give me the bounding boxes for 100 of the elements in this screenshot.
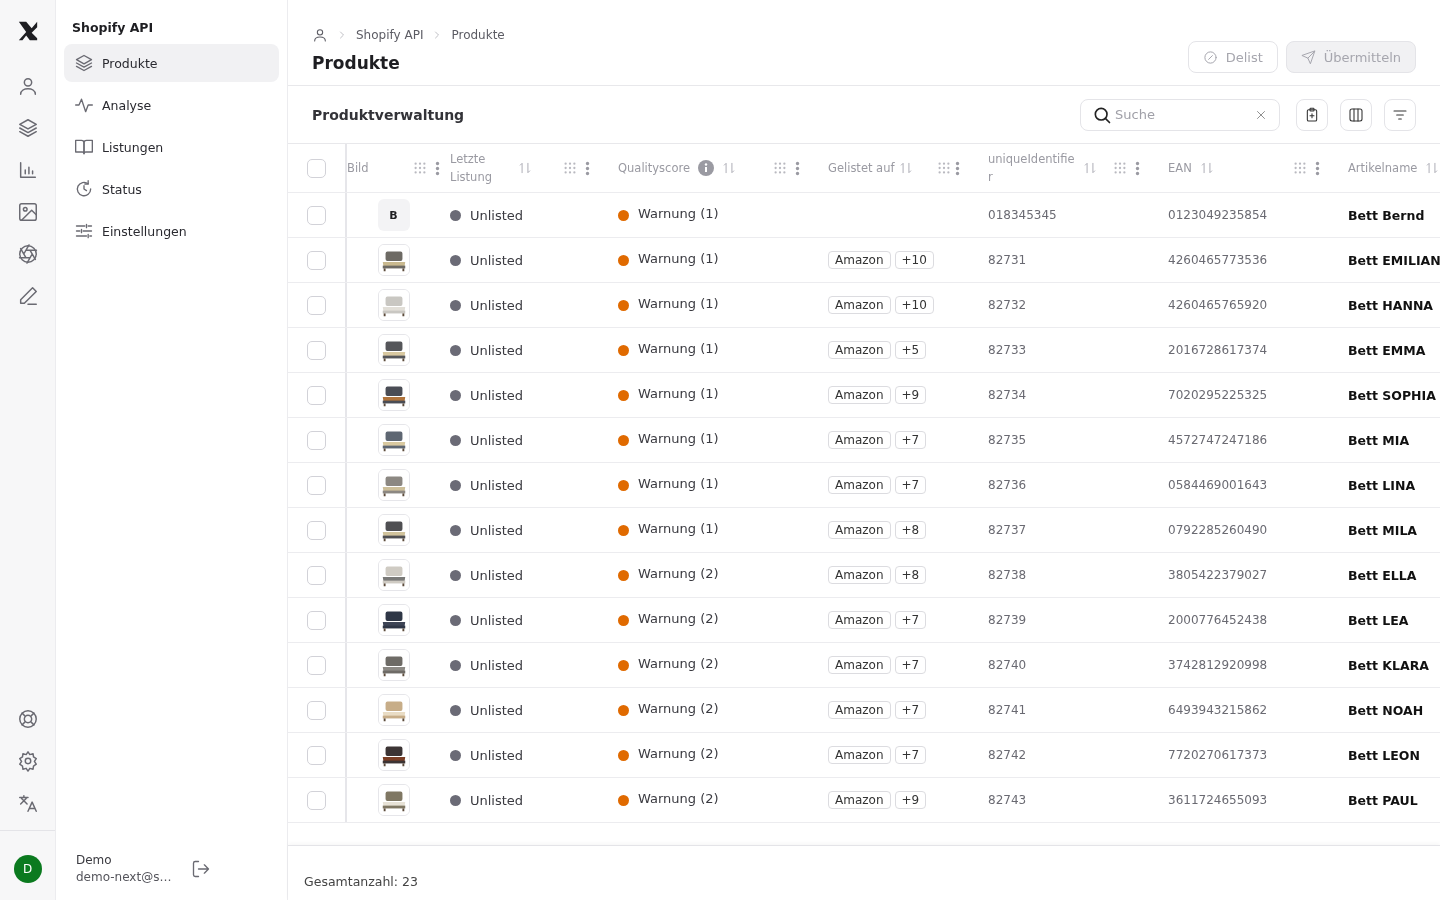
lifebuoy-icon[interactable] <box>16 708 39 730</box>
sidebar-item[interactable]: Analyse <box>64 86 279 124</box>
channel-tag: +8 <box>894 521 927 539</box>
sort-icon[interactable] <box>722 161 736 175</box>
drag-handle-icon[interactable] <box>413 161 427 175</box>
more-icon[interactable] <box>795 160 800 176</box>
listing-status: Unlisted <box>470 792 524 808</box>
column-header[interactable]: Gelistet auf <box>828 159 895 177</box>
table-cell: 0584469001643 <box>1168 478 1268 492</box>
drag-handle-icon[interactable] <box>1293 161 1307 175</box>
column-header[interactable]: Bild <box>347 159 369 177</box>
listing-status: Unlisted <box>470 567 524 583</box>
column-header[interactable]: Artikelname <box>1348 159 1418 177</box>
table-cell: 6493943215862 <box>1168 703 1268 717</box>
table-cell: 0792285260490 <box>1168 523 1268 537</box>
row-checkbox[interactable] <box>307 565 326 585</box>
sidebar-item[interactable]: Einstellungen <box>64 212 279 250</box>
more-icon[interactable] <box>955 160 960 176</box>
quality-status: Warnung (1) <box>638 431 719 446</box>
pulse-icon <box>74 95 94 115</box>
sidebar-item[interactable]: Status <box>64 170 279 208</box>
table-cell: 82743 <box>988 793 1027 807</box>
drag-handle-icon[interactable] <box>1113 161 1127 175</box>
row-checkbox[interactable] <box>307 790 326 810</box>
select-all-checkbox[interactable] <box>307 158 326 178</box>
row-checkbox[interactable] <box>307 520 326 540</box>
sidebar-item[interactable]: Produkte <box>64 44 279 82</box>
row-checkbox[interactable] <box>307 610 326 630</box>
row-checkbox[interactable] <box>307 385 326 405</box>
user-icon[interactable] <box>312 27 328 43</box>
channel-tag: Amazon <box>828 251 891 269</box>
logo-icon <box>16 19 39 43</box>
channel-tag: +7 <box>894 701 927 719</box>
row-checkbox[interactable] <box>307 655 326 675</box>
sort-icon[interactable] <box>1199 161 1214 175</box>
table-cell: 82741 <box>988 703 1027 717</box>
channel-tag: Amazon <box>828 431 891 449</box>
table-cell: 3805422379027 <box>1168 568 1268 582</box>
channel-tag: Amazon <box>828 611 891 629</box>
filter-button[interactable] <box>1384 98 1416 131</box>
product-name: Bett ELLA <box>1348 567 1417 583</box>
sliders-icon <box>74 221 94 241</box>
channel-tag: +10 <box>894 296 934 314</box>
row-checkbox[interactable] <box>307 250 326 270</box>
columns-button[interactable] <box>1340 98 1372 131</box>
row-checkbox[interactable] <box>307 205 326 225</box>
table-cell: 82739 <box>988 613 1027 627</box>
section-title: Produktverwaltung <box>312 106 465 123</box>
layers-icon[interactable] <box>16 117 39 139</box>
column-header[interactable]: Letzte Listung <box>450 150 510 186</box>
drag-handle-icon[interactable] <box>937 161 951 175</box>
quality-status: Warnung (2) <box>638 566 719 581</box>
row-checkbox[interactable] <box>307 745 326 765</box>
sort-icon[interactable] <box>518 161 532 175</box>
row-checkbox[interactable] <box>307 340 326 360</box>
quality-status: Warnung (2) <box>638 791 719 806</box>
user-avatar[interactable]: D <box>13 855 42 883</box>
drag-handle-icon[interactable] <box>563 161 577 175</box>
product-name: Bett LEA <box>1348 612 1409 628</box>
logout-icon[interactable] <box>191 858 212 879</box>
row-checkbox[interactable] <box>307 475 326 495</box>
table-cell: 7720270617373 <box>1168 748 1268 762</box>
row-checkbox[interactable] <box>307 430 326 450</box>
row-checkbox[interactable] <box>307 700 326 720</box>
quality-status: Warnung (1) <box>638 341 719 356</box>
sidebar-title: Shopify API <box>71 20 155 35</box>
channel-tag: Amazon <box>828 746 891 764</box>
channel-tag: +7 <box>894 431 927 449</box>
table-cell: 7020295225325 <box>1168 388 1268 402</box>
sidebar-item[interactable]: Listungen <box>64 128 279 166</box>
quality-status: Warnung (2) <box>638 701 719 716</box>
quality-status: Warnung (1) <box>638 476 719 491</box>
column-header[interactable]: EAN <box>1168 159 1192 177</box>
more-icon[interactable] <box>1315 160 1320 176</box>
listing-status: Unlisted <box>470 477 524 493</box>
table-cell: 82742 <box>988 748 1027 762</box>
row-checkbox[interactable] <box>307 295 326 315</box>
quality-status: Warnung (2) <box>638 746 719 761</box>
breadcrumb-link[interactable]: Produkte <box>451 28 505 42</box>
column-header[interactable]: Qualityscore <box>618 159 690 177</box>
sort-icon[interactable] <box>1083 161 1097 175</box>
sort-icon[interactable] <box>1425 161 1440 175</box>
more-icon[interactable] <box>585 160 590 176</box>
listing-status: Unlisted <box>470 252 524 268</box>
settings-icon[interactable] <box>16 750 39 772</box>
ban-icon <box>1202 49 1218 65</box>
translate-icon[interactable] <box>16 792 39 814</box>
search-field[interactable]: Suche <box>1080 98 1280 131</box>
sort-icon[interactable] <box>898 161 913 175</box>
drag-handle-icon[interactable] <box>773 161 787 175</box>
table-cell: 82738 <box>988 568 1027 582</box>
aperture-icon[interactable] <box>16 243 39 265</box>
channel-tag: Amazon <box>828 296 891 314</box>
image-icon[interactable] <box>16 201 39 223</box>
breadcrumb-link[interactable]: Shopify API <box>356 28 424 42</box>
column-header[interactable]: uniqueIdentifier <box>988 150 1075 186</box>
clipboard-button[interactable] <box>1296 98 1328 131</box>
more-icon[interactable] <box>1135 160 1140 176</box>
more-icon[interactable] <box>435 160 440 176</box>
table-cell: 82735 <box>988 433 1027 447</box>
